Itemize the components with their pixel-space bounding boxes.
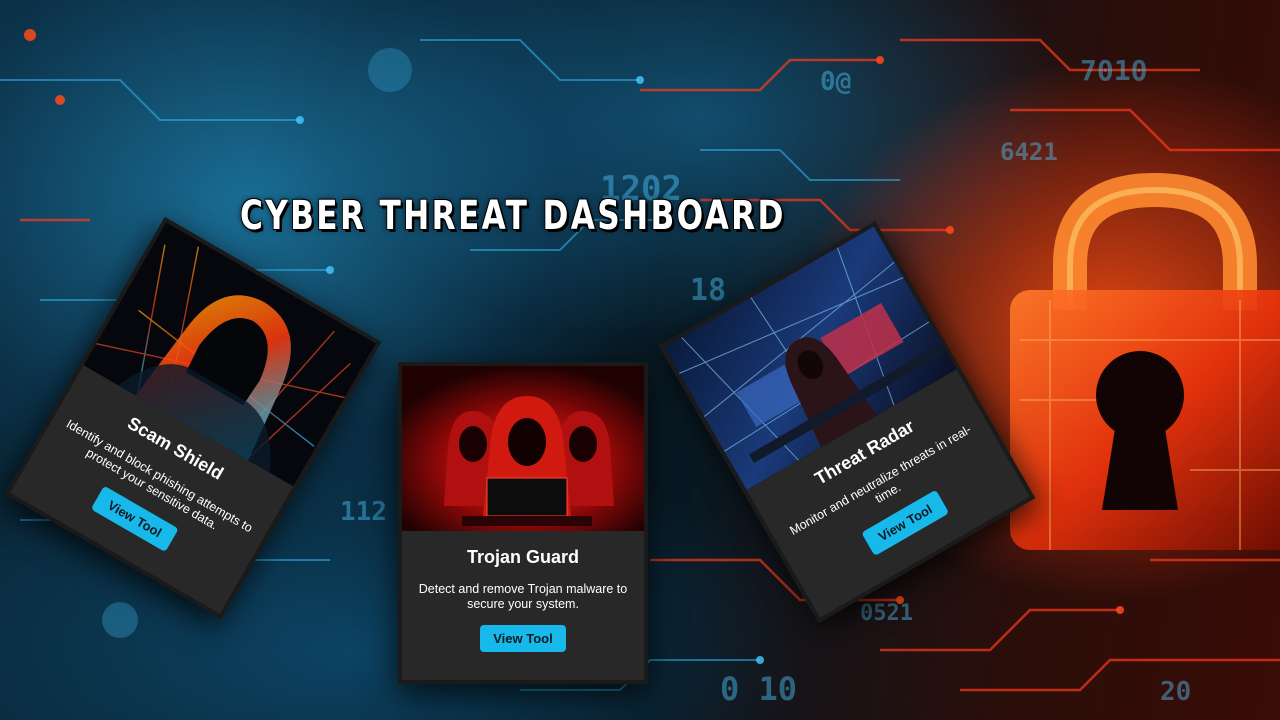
card-title: Trojan Guard <box>466 547 580 567</box>
svg-text:0 10: 0 10 <box>720 670 797 708</box>
svg-text:0@: 0@ <box>820 67 851 97</box>
svg-text:0521: 0521 <box>860 601 913 626</box>
card-description: Detect and remove Trojan malware to secu… <box>418 582 628 611</box>
red-hooded-hackers-image <box>402 366 644 531</box>
view-tool-button[interactable]: View Tool <box>480 625 566 652</box>
svg-text:112: 112 <box>340 497 387 527</box>
svg-text:20: 20 <box>1160 677 1191 707</box>
dashboard-page: 1202 18 0@ 7010 6421 112 0 10 0521 20 CY… <box>0 0 1280 720</box>
tool-card-trojan-guard: Trojan Guard Detect and remove Trojan ma… <box>398 362 648 684</box>
padlock-icon <box>1010 172 1280 550</box>
page-title: CYBER THREAT DASHBOARD <box>240 193 786 239</box>
svg-text:18: 18 <box>690 273 726 308</box>
svg-text:7010: 7010 <box>1080 54 1147 87</box>
svg-text:6421: 6421 <box>1000 138 1058 166</box>
card-image <box>402 366 644 531</box>
